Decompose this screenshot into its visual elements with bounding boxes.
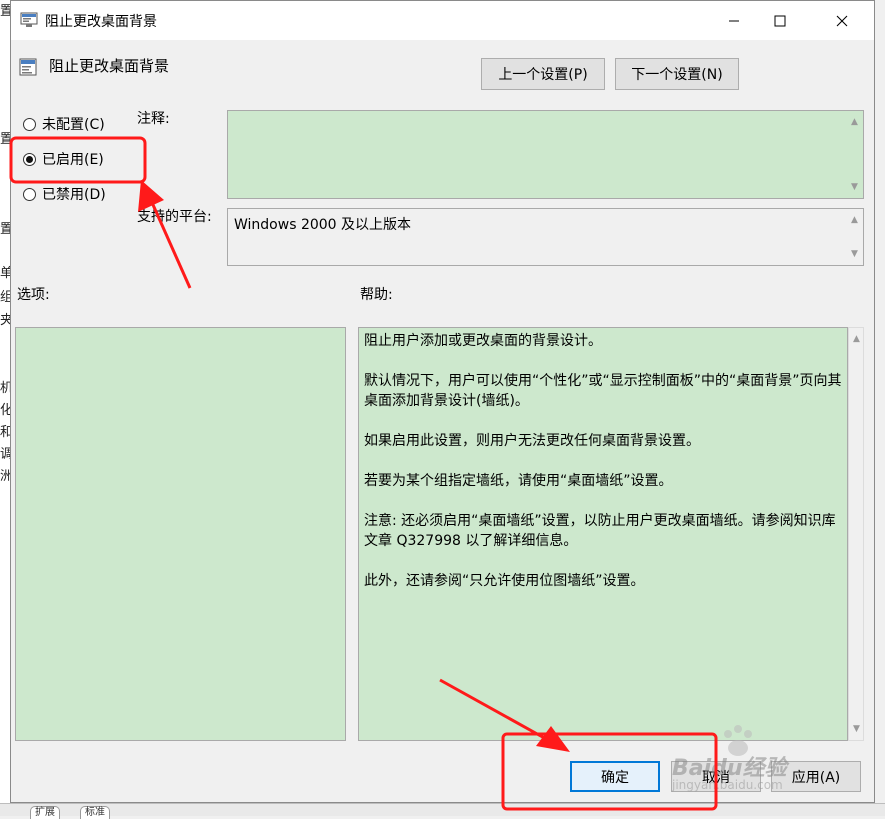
minimize-button[interactable] bbox=[711, 1, 757, 40]
background-text: 调 bbox=[0, 447, 10, 462]
help-paragraph: 注意: 还必须启用“桌面墙纸”设置，以防止用户更改桌面墙纸。请参阅知识库文章 Q… bbox=[364, 513, 836, 549]
options-label: 选项: bbox=[17, 287, 50, 303]
background-text: 置 bbox=[0, 222, 10, 237]
radio-button[interactable] bbox=[23, 117, 36, 131]
maximize-button[interactable] bbox=[757, 1, 803, 40]
background-text: 单 bbox=[0, 266, 10, 281]
title-bar[interactable]: 阻止更改桌面背景 bbox=[11, 1, 874, 40]
background-text: 置 bbox=[0, 132, 10, 147]
close-icon bbox=[836, 15, 848, 26]
radio-label: 已启用(E) bbox=[42, 152, 104, 168]
policy-setting-icon bbox=[20, 12, 38, 27]
help-paragraph: 若要为某个组指定墙纸，请使用“桌面墙纸”设置。 bbox=[364, 473, 673, 489]
background-text: 夹 bbox=[0, 313, 10, 328]
next-setting-button[interactable]: 下一个设置(N) bbox=[615, 58, 739, 90]
background-text: 组 bbox=[0, 290, 10, 305]
policy-dialog: 阻止更改桌面背景 阻止更改桌面背景 上一个设置(P) 下一个设置(N) 未配置(… bbox=[10, 0, 875, 803]
close-button[interactable] bbox=[819, 1, 865, 40]
scroll-down-icon[interactable]: ▼ bbox=[851, 182, 858, 192]
platform-value: Windows 2000 及以上版本 bbox=[234, 217, 412, 233]
baidu-watermark: Baidu经验 jingyan.baidu.com bbox=[670, 722, 870, 802]
background-text: 和 bbox=[0, 425, 10, 440]
watermark-url: jingyan.baidu.com bbox=[672, 778, 783, 792]
comment-label: 注释: bbox=[137, 111, 170, 127]
background-text: 机 bbox=[0, 381, 10, 396]
help-label: 帮助: bbox=[360, 287, 393, 303]
scroll-up-icon[interactable]: ▲ bbox=[851, 117, 858, 127]
comment-scrollbar[interactable]: ▲ ▼ bbox=[847, 111, 863, 198]
help-paragraph: 阻止用户添加或更改桌面的背景设计。 bbox=[364, 333, 602, 349]
platform-scrollbar[interactable]: ▲ ▼ bbox=[847, 209, 863, 265]
radio-label: 已禁用(D) bbox=[42, 187, 106, 203]
radio-not-configured[interactable]: 未配置(C) bbox=[23, 113, 105, 135]
comment-textarea[interactable]: ▲ ▼ bbox=[227, 110, 864, 199]
radio-button-checked[interactable] bbox=[23, 152, 36, 166]
policy-setting-icon bbox=[19, 58, 37, 76]
radio-label: 未配置(C) bbox=[42, 117, 105, 133]
previous-setting-button[interactable]: 上一个设置(P) bbox=[481, 58, 605, 90]
window-title: 阻止更改桌面背景 bbox=[45, 14, 157, 30]
maximize-icon bbox=[774, 15, 786, 26]
radio-button[interactable] bbox=[23, 187, 36, 201]
help-paragraph: 默认情况下，用户可以使用“个性化”或“显示控制面板”中的“桌面背景”页向其桌面添… bbox=[364, 373, 842, 409]
background-text: 置 bbox=[0, 4, 10, 19]
scroll-up-icon[interactable]: ▲ bbox=[853, 334, 860, 344]
background-text: 化 bbox=[0, 403, 10, 418]
background-tab[interactable]: 标准 bbox=[80, 806, 110, 819]
background-tab[interactable]: 扩展 bbox=[30, 806, 60, 819]
help-paragraph: 如果启用此设置，则用户无法更改任何桌面背景设置。 bbox=[364, 433, 700, 449]
options-pane bbox=[15, 327, 346, 741]
help-pane: 阻止用户添加或更改桌面的背景设计。 默认情况下，用户可以使用“个性化”或“显示控… bbox=[358, 327, 848, 741]
radio-enabled[interactable]: 已启用(E) bbox=[23, 148, 104, 170]
platform-label: 支持的平台: bbox=[137, 209, 212, 225]
background-text: 洲 bbox=[0, 469, 10, 484]
background-window-tabs: 扩展 标准 bbox=[0, 803, 885, 819]
ok-button[interactable]: 确定 bbox=[570, 761, 660, 792]
scroll-down-icon[interactable]: ▼ bbox=[851, 249, 858, 259]
minimize-icon bbox=[729, 20, 739, 21]
help-paragraph: 此外，还请参阅“只允许使用位图墙纸”设置。 bbox=[364, 573, 645, 589]
help-scrollbar[interactable]: ▲ ▼ bbox=[848, 327, 864, 741]
platform-field: Windows 2000 及以上版本 ▲ ▼ bbox=[227, 208, 864, 266]
radio-disabled[interactable]: 已禁用(D) bbox=[23, 183, 106, 205]
scroll-up-icon[interactable]: ▲ bbox=[851, 215, 858, 225]
policy-title: 阻止更改桌面背景 bbox=[49, 57, 170, 75]
help-text: 阻止用户添加或更改桌面的背景设计。 默认情况下，用户可以使用“个性化”或“显示控… bbox=[364, 331, 842, 611]
